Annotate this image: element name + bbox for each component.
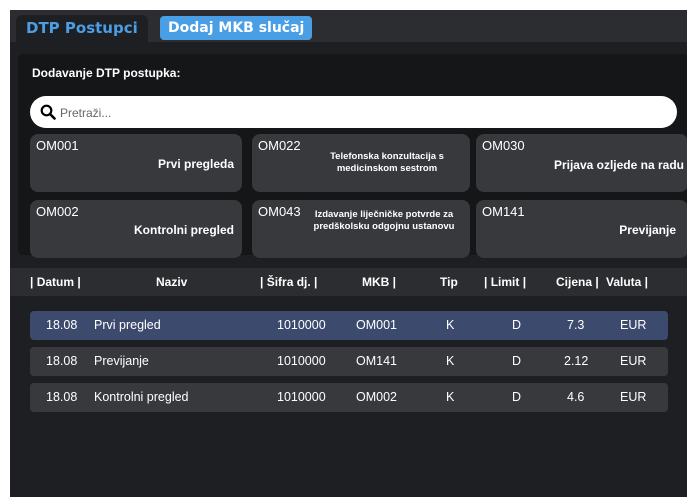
procedure-label: Telefonska konzultacija s medicinskom se… bbox=[330, 151, 444, 174]
cell-sifra: 1010000 bbox=[277, 318, 326, 332]
header-limit: | Limit | bbox=[484, 275, 527, 289]
tab-dtp-postupci[interactable]: DTP Postupci bbox=[16, 15, 148, 42]
procedure-label: Izdavanje liječničke potvrde za predškol… bbox=[313, 209, 455, 232]
table-header: | Datum | Naziv | Šifra dj. | MKB | Tip … bbox=[10, 268, 687, 296]
search-icon bbox=[40, 104, 56, 120]
cell-sifra: 1010000 bbox=[277, 390, 326, 404]
procedure-code: OM030 bbox=[482, 138, 525, 153]
header-tip: Tip bbox=[440, 275, 458, 289]
cell-tip: K bbox=[446, 390, 455, 404]
cell-naziv: Previjanje bbox=[94, 354, 149, 368]
table-row[interactable]: 18.08 Previjanje 1010000 OM141 K D 2.12 … bbox=[30, 347, 668, 376]
panel-title: Dodavanje DTP postupka: bbox=[32, 66, 181, 80]
cell-valuta: EUR bbox=[620, 354, 647, 368]
header-valuta: Valuta | bbox=[606, 275, 649, 289]
procedure-code: OM043 bbox=[258, 204, 301, 219]
header-mkb: MKB | bbox=[362, 275, 397, 289]
header-datum: | Datum | bbox=[30, 275, 81, 289]
cell-datum: 18.08 bbox=[46, 354, 78, 368]
cell-sifra: 1010000 bbox=[277, 354, 326, 368]
cell-cijena: 2.12 bbox=[564, 354, 589, 368]
procedure-code: OM022 bbox=[258, 138, 301, 153]
cell-mkb: OM001 bbox=[356, 318, 397, 332]
procedure-card[interactable]: OM030 Prijava ozljede na radu bbox=[476, 134, 687, 192]
search-box[interactable] bbox=[30, 96, 677, 130]
dtp-add-panel: Dodavanje DTP postupka: OM001 Prvi pregl… bbox=[18, 54, 687, 258]
cell-cijena: 7.3 bbox=[567, 318, 585, 332]
table-row[interactable]: 18.08 Kontrolni pregled 1010000 OM002 K … bbox=[30, 383, 668, 412]
cell-cijena: 4.6 bbox=[567, 390, 585, 404]
cell-valuta: EUR bbox=[620, 390, 647, 404]
procedure-code: OM002 bbox=[36, 204, 79, 219]
cell-tip: K bbox=[446, 318, 455, 332]
header-cijena: Cijena | bbox=[556, 275, 599, 289]
procedure-label: Prijava ozljede na radu bbox=[553, 158, 684, 172]
procedure-code: OM001 bbox=[36, 138, 79, 153]
procedure-code: OM141 bbox=[482, 204, 525, 219]
search-input[interactable] bbox=[58, 96, 662, 130]
tab-bar: DTP Postupci Dodaj MKB slučaj bbox=[10, 10, 687, 42]
procedure-card[interactable]: OM002 Kontrolni pregled bbox=[30, 200, 242, 258]
cell-limit: D bbox=[512, 390, 522, 404]
cell-mkb: OM141 bbox=[356, 354, 397, 368]
procedure-label: Previjanje bbox=[619, 223, 676, 237]
cell-valuta: EUR bbox=[620, 318, 647, 332]
procedure-card[interactable]: OM022 Telefonska konzultacija s medicins… bbox=[252, 134, 470, 192]
cell-naziv: Kontrolni pregled bbox=[94, 390, 189, 404]
tab-dodaj-mkb-slucaj[interactable]: Dodaj MKB slučaj bbox=[160, 16, 313, 40]
cell-mkb: OM002 bbox=[356, 390, 397, 404]
app-window: DTP Postupci Dodaj MKB slučaj Dodavanje … bbox=[10, 10, 687, 497]
procedure-card[interactable]: OM043 Izdavanje liječničke potvrde za pr… bbox=[252, 200, 470, 258]
cell-naziv: Prvi pregled bbox=[94, 318, 161, 332]
procedure-label: Kontrolni pregled bbox=[134, 223, 234, 237]
cell-tip: K bbox=[446, 354, 455, 368]
cell-datum: 18.08 bbox=[46, 318, 78, 332]
procedure-label: Prvi pregleda bbox=[157, 157, 234, 171]
cell-limit: D bbox=[512, 354, 522, 368]
procedure-card[interactable]: OM141 Previjanje bbox=[476, 200, 687, 258]
cell-datum: 18.08 bbox=[46, 390, 78, 404]
header-sifra: | Šifra dj. | bbox=[260, 275, 318, 289]
procedure-card[interactable]: OM001 Prvi pregleda bbox=[30, 134, 242, 192]
cell-limit: D bbox=[512, 318, 522, 332]
table-row[interactable]: 18.08 Prvi pregled 1010000 OM001 K D 7.3… bbox=[30, 311, 668, 340]
header-naziv: Naziv bbox=[156, 275, 188, 289]
